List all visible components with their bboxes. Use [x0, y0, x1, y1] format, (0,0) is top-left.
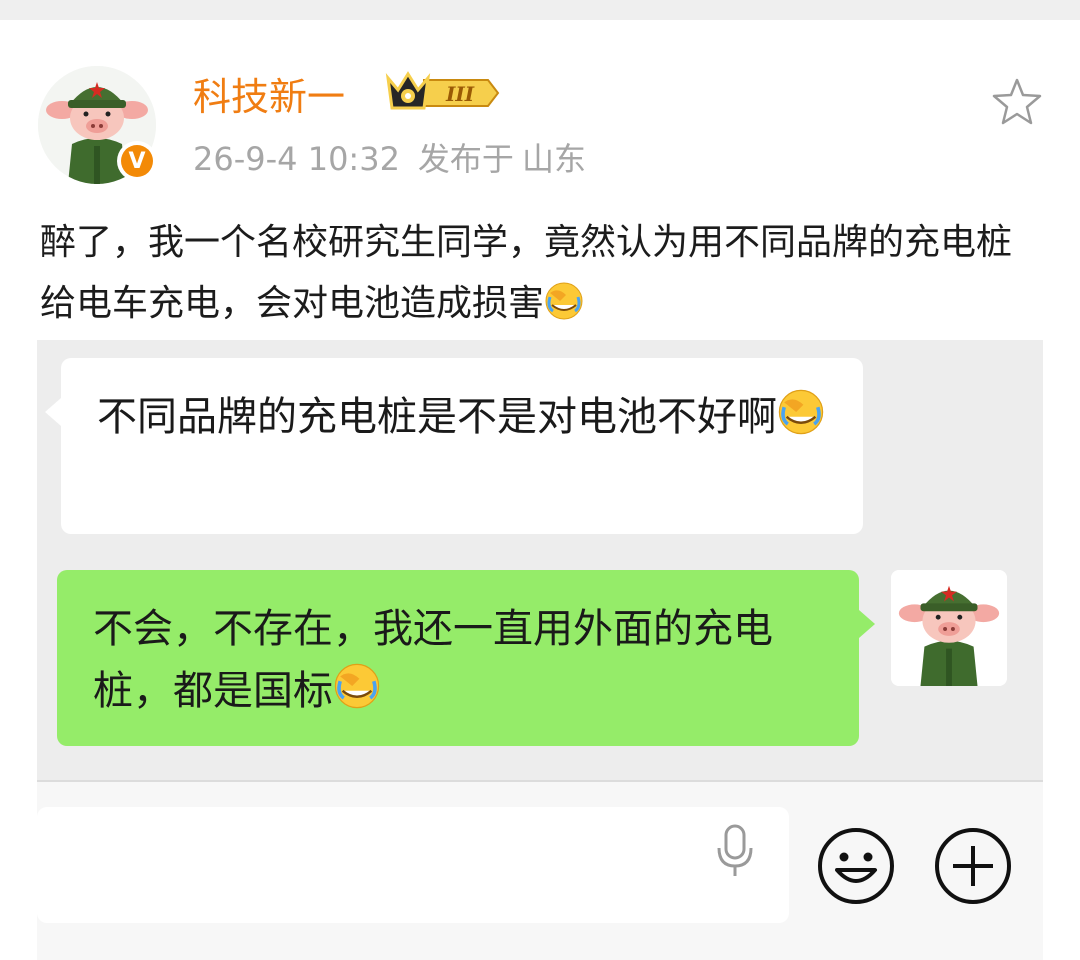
verified-badge: V: [117, 141, 157, 181]
sent-message-bubble: 不会，不存在，我还一直用外面的充电桩，都是国标: [57, 570, 875, 746]
facepalm-emoji-icon: [333, 662, 381, 728]
location-prefix: 发布于: [417, 140, 514, 178]
post-meta: 26-9-4 10:32 发布于 山东: [193, 137, 586, 181]
post-time: 26-9-4 10:32: [193, 140, 400, 178]
message-input[interactable]: [37, 807, 789, 923]
member-crown-badge[interactable]: III: [384, 70, 502, 120]
username[interactable]: 科技新一: [193, 72, 345, 122]
post-text-content: 醉了，我一个名校研究生同学，竟然认为用不同品牌的充电桩给电车充电，会对电池造成损…: [40, 222, 1013, 324]
sender-avatar[interactable]: [891, 570, 1007, 686]
badge-level-text: III: [445, 82, 475, 106]
received-message-bubble: 不同品牌的充电桩是不是对电池不好啊: [45, 358, 863, 534]
sent-message-content: 不会，不存在，我还一直用外面的充电桩，都是国标: [93, 606, 773, 714]
received-message-content: 不同品牌的充电桩是不是对电池不好啊: [97, 394, 777, 440]
post-location: 山东: [521, 140, 586, 178]
top-strip: [0, 0, 1080, 20]
post-text: 醉了，我一个名校研究生同学，竟然认为用不同品牌的充电桩给电车充电，会对电池造成损…: [40, 212, 1040, 340]
smiley-icon[interactable]: [816, 826, 896, 910]
facepalm-emoji-icon: [544, 279, 584, 340]
received-message-text: 不同品牌的充电桩是不是对电池不好啊: [97, 386, 837, 454]
favorite-star-icon[interactable]: [990, 77, 1044, 131]
plus-circle-icon[interactable]: [933, 826, 1013, 910]
microphone-icon[interactable]: [713, 822, 757, 886]
sent-message-text: 不会，不存在，我还一直用外面的充电桩，都是国标: [93, 598, 833, 728]
chat-screenshot: 不同品牌的充电桩是不是对电池不好啊 不会，不存在，我还一直用外面的充电桩，都是国…: [37, 340, 1043, 960]
pig-soldier-avatar-image: [891, 570, 1007, 686]
chat-input-bar: [37, 782, 1043, 960]
facepalm-emoji-icon: [777, 388, 825, 454]
verified-v-icon: V: [121, 145, 153, 177]
